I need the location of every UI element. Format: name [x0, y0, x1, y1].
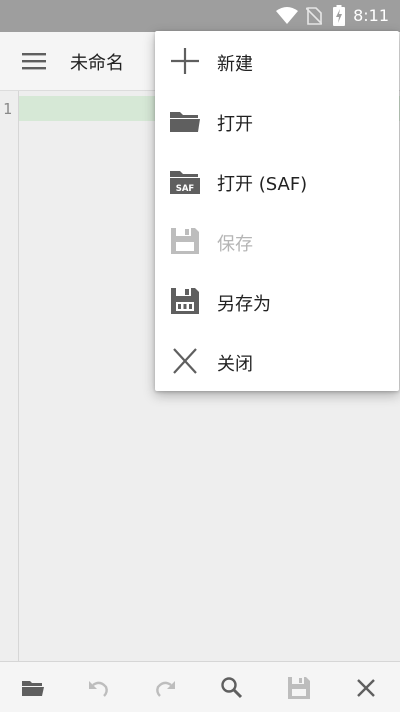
menu-item-label: 关闭: [217, 354, 253, 375]
folder-open-icon[interactable]: [20, 675, 46, 701]
menu-item-new[interactable]: 新建: [155, 31, 399, 91]
redo-icon[interactable]: [152, 675, 178, 701]
status-time: 8:11: [353, 6, 389, 25]
menu-item-label: 打开 (SAF): [217, 174, 308, 195]
save-icon: [171, 228, 199, 254]
overflow-menu: 新建 打开 SAF 打开 (SAF) 保存 另存为 关闭: [155, 31, 399, 391]
search-icon[interactable]: [219, 675, 245, 701]
wifi-icon: [276, 7, 298, 24]
save-as-icon: [171, 288, 199, 314]
menu-item-label: 另存为: [217, 294, 271, 315]
menu-item-close[interactable]: 关闭: [155, 331, 399, 391]
menu-item-label: 打开: [217, 114, 253, 135]
line-number: 1: [3, 100, 13, 118]
save-icon[interactable]: [286, 675, 312, 701]
line-number-gutter: 1: [0, 91, 19, 661]
menu-item-label: 新建: [217, 54, 253, 75]
menu-item-label: 保存: [217, 234, 253, 255]
svg-text:SAF: SAF: [176, 184, 195, 194]
folder-saf-icon: SAF: [170, 171, 200, 194]
close-icon: [173, 348, 197, 374]
no-sim-icon: [306, 7, 322, 25]
document-title: 未命名: [70, 53, 124, 74]
menu-item-open-saf[interactable]: SAF 打开 (SAF): [155, 151, 399, 211]
close-icon[interactable]: [353, 675, 379, 701]
hamburger-menu-icon[interactable]: [22, 50, 48, 72]
menu-item-save-as[interactable]: 另存为: [155, 271, 399, 331]
menu-item-save: 保存: [155, 211, 399, 271]
battery-charging-icon: [333, 5, 345, 26]
plus-icon: [171, 48, 199, 74]
menu-item-open[interactable]: 打开: [155, 91, 399, 151]
undo-icon[interactable]: [86, 675, 112, 701]
status-bar: 8:11: [0, 0, 400, 32]
bottom-action-bar: [0, 661, 400, 712]
folder-icon: [170, 112, 200, 132]
